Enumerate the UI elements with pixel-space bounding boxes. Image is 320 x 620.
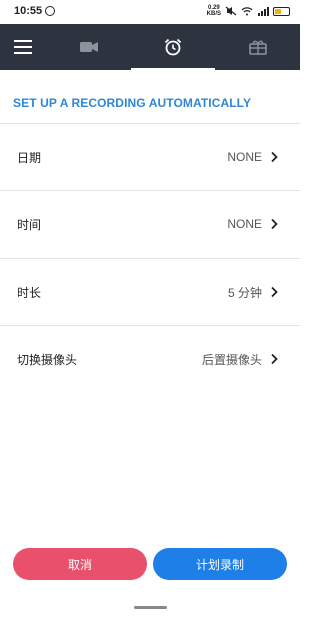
status-bar: 10:55 0.29 KB/S xyxy=(0,0,300,24)
active-tab-indicator xyxy=(131,68,215,70)
row-switch-camera[interactable]: 切换摄像头 后置摄像头 xyxy=(0,325,300,392)
status-indicators: 0.29 KB/S xyxy=(207,5,290,17)
cancel-button[interactable]: 取消 xyxy=(13,548,147,580)
row-label: 时间 xyxy=(17,217,42,232)
gift-box-icon xyxy=(248,40,267,55)
mute-icon xyxy=(225,6,237,16)
chevron-right-icon xyxy=(271,286,278,298)
status-time: 10:55 xyxy=(14,5,43,17)
row-value: NONE xyxy=(227,150,262,164)
net-speed: 0.29 KB/S xyxy=(207,5,221,17)
row-label: 时长 xyxy=(17,285,42,300)
chevron-right-icon xyxy=(271,353,278,365)
home-indicator[interactable] xyxy=(134,606,167,609)
row-label: 切换摄像头 xyxy=(17,352,78,367)
wifi-icon xyxy=(241,7,253,16)
row-label: 日期 xyxy=(17,150,42,165)
row-value: 5 分钟 xyxy=(227,285,262,300)
tab-schedule[interactable] xyxy=(131,24,215,70)
alarm-clock-icon xyxy=(164,38,182,56)
tab-video[interactable] xyxy=(47,24,131,70)
net-speed-unit: KB/S xyxy=(206,11,221,17)
sync-status-icon xyxy=(45,6,55,16)
chevron-right-icon xyxy=(271,151,278,163)
chevron-right-icon xyxy=(271,218,278,230)
row-time[interactable]: 时间 NONE xyxy=(0,190,300,257)
menu-button[interactable] xyxy=(0,24,46,70)
row-value: 后置摄像头 xyxy=(201,352,262,367)
top-tab-bar xyxy=(0,24,300,70)
row-date[interactable]: 日期 NONE xyxy=(0,123,300,190)
row-value: NONE xyxy=(227,217,262,231)
battery-icon xyxy=(273,6,290,16)
schedule-recording-button[interactable]: 计划录制 xyxy=(153,548,287,580)
tab-gift[interactable] xyxy=(215,24,300,70)
menu-icon xyxy=(14,40,32,54)
video-camera-icon xyxy=(80,42,98,52)
row-duration[interactable]: 时长 5 分钟 xyxy=(0,258,300,325)
section-title: SET UP A RECORDING AUTOMATICALLY xyxy=(13,96,252,110)
signal-icon xyxy=(258,7,269,16)
